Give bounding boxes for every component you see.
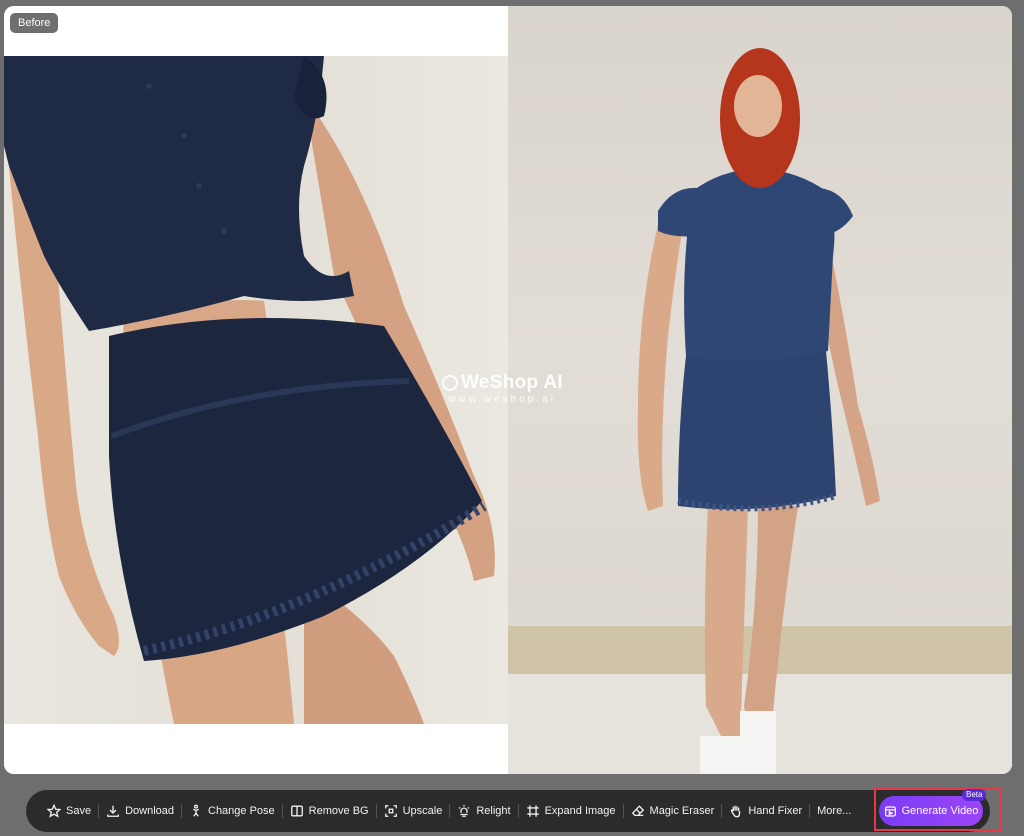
pose-icon	[193, 804, 199, 817]
save-button[interactable]: Save	[40, 790, 98, 832]
download-label: Download	[125, 805, 174, 817]
eraser-icon	[631, 805, 644, 817]
before-label-badge: Before	[10, 13, 59, 33]
before-garment-illustration	[4, 56, 495, 724]
star-icon	[47, 804, 61, 818]
weshop-logo-icon	[442, 375, 458, 391]
after-model-illustration	[508, 48, 1012, 774]
relight-icon	[459, 804, 470, 817]
more-button[interactable]: More...	[810, 790, 858, 832]
download-button[interactable]: Download	[99, 790, 181, 832]
image-compare-stage: Before WeShop AI www.weshop.ai	[4, 6, 1012, 774]
upscale-button[interactable]: Upscale	[377, 790, 450, 832]
expand-icon	[526, 805, 539, 817]
hand-icon	[731, 805, 741, 818]
upscale-icon	[384, 805, 397, 817]
watermark-url: www.weshop.ai	[448, 394, 556, 405]
upscale-label: Upscale	[402, 805, 443, 817]
watermark-title: WeShop AI	[461, 372, 563, 393]
expand-image-label: Expand Image	[544, 805, 616, 817]
video-icon	[884, 805, 896, 817]
hand-fixer-button[interactable]: Hand Fixer	[722, 790, 809, 832]
remove-bg-label: Remove BG	[308, 805, 369, 817]
change-pose-button[interactable]: Change Pose	[182, 790, 282, 832]
before-photo	[4, 56, 508, 724]
generate-video-label: Generate Video	[901, 805, 979, 817]
remove-bg-icon	[290, 805, 303, 817]
beta-badge: Beta	[962, 789, 987, 801]
save-label: Save	[66, 805, 92, 817]
relight-button[interactable]: Relight	[450, 790, 517, 832]
relight-label: Relight	[476, 805, 511, 817]
magic-eraser-label: Magic Eraser	[649, 805, 715, 817]
download-icon	[107, 805, 119, 817]
more-label: More...	[817, 805, 852, 817]
before-image-pane: Before	[4, 6, 508, 774]
bottom-toolbar: Save Download Change Pose Remove BG Upsc…	[26, 790, 990, 832]
weshop-watermark: WeShop AI www.weshop.ai	[442, 372, 563, 405]
magic-eraser-button[interactable]: Magic Eraser	[624, 790, 722, 832]
expand-image-button[interactable]: Expand Image	[519, 790, 623, 832]
change-pose-label: Change Pose	[208, 805, 275, 817]
after-image-pane	[508, 6, 1012, 774]
hand-fixer-label: Hand Fixer	[748, 805, 803, 817]
remove-bg-button[interactable]: Remove BG	[283, 790, 376, 832]
